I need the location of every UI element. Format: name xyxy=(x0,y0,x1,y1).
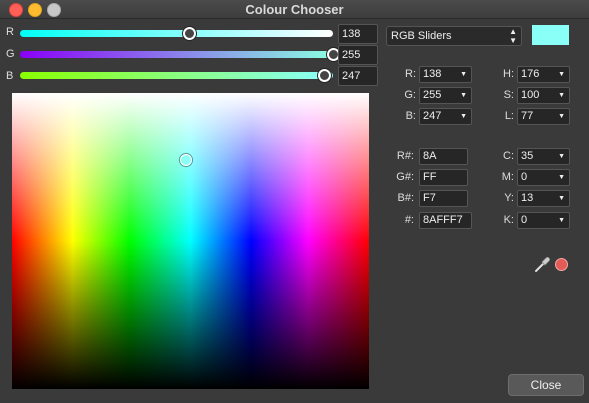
mode-select[interactable]: RGB Sliders ▲ ▼ xyxy=(386,26,522,46)
hex-g-field[interactable]: FF xyxy=(419,169,468,186)
hex-b-field[interactable]: F7 xyxy=(419,190,468,207)
slider-b-value-field[interactable]: 247 xyxy=(338,66,378,86)
picker-cursor[interactable] xyxy=(180,154,192,166)
rgb-r-label: R: xyxy=(405,68,416,80)
hex-r-label: R#: xyxy=(396,150,414,162)
dropdown-arrow-icon: ▼ xyxy=(558,217,565,224)
dropdown-arrow-icon: ▼ xyxy=(558,113,565,120)
slider-g-value-field[interactable]: 255 xyxy=(338,45,378,65)
hex-full-field[interactable]: 8AFFF7 xyxy=(419,212,472,229)
rgb-r-field[interactable]: 138 ▼ xyxy=(419,66,472,83)
slider-g-track[interactable] xyxy=(20,48,340,61)
hex-r-field[interactable]: 8A xyxy=(419,148,468,165)
dropdown-arrow-icon: ▼ xyxy=(558,174,565,181)
cmyk-c-field[interactable]: 35 ▼ xyxy=(517,148,570,165)
current-colour-swatch xyxy=(532,25,569,45)
rgb-r-value: 138 xyxy=(423,68,442,80)
dropdown-arrow-icon: ▼ xyxy=(558,92,565,99)
hsl-s-label: S: xyxy=(503,89,514,101)
hsl-l-field[interactable]: 77 ▼ xyxy=(517,108,570,125)
rgb-b-field[interactable]: 247 ▼ xyxy=(419,108,472,125)
colour-picker-area[interactable] xyxy=(12,93,369,389)
slider-r-value-field[interactable]: 138 xyxy=(338,24,378,44)
hsl-s-field[interactable]: 100 ▼ xyxy=(517,87,570,104)
cmyk-y-value: 13 xyxy=(521,192,534,204)
red-circle-icon[interactable] xyxy=(555,258,568,271)
dropdown-arrow-icon: ▼ xyxy=(558,195,565,202)
cmyk-y-label: Y: xyxy=(504,192,514,204)
rgb-b-label: B: xyxy=(405,110,416,122)
eyedropper-icon[interactable] xyxy=(534,255,552,276)
hsl-h-label: H: xyxy=(503,68,514,80)
window-title: Colour Chooser xyxy=(245,2,344,17)
slider-label-b: B xyxy=(6,70,14,82)
close-button[interactable]: Close xyxy=(508,374,584,396)
hsl-l-label: L: xyxy=(504,110,514,122)
rgb-g-value: 255 xyxy=(423,89,442,101)
chevron-updown-icon: ▲ ▼ xyxy=(509,27,517,45)
slider-b-thumb[interactable] xyxy=(317,69,331,82)
cmyk-m-value: 0 xyxy=(521,171,528,183)
dropdown-arrow-icon: ▼ xyxy=(558,71,565,78)
cmyk-m-label: M: xyxy=(501,171,514,183)
hex-b-label: B#: xyxy=(397,192,414,204)
hsl-h-field[interactable]: 176 ▼ xyxy=(517,66,570,83)
cmyk-c-value: 35 xyxy=(521,150,534,162)
hex-full-label: #: xyxy=(404,214,414,226)
cmyk-k-label: K: xyxy=(503,214,514,226)
slider-label-r: R xyxy=(6,26,14,38)
slider-r-track[interactable] xyxy=(20,27,333,40)
hsl-s-value: 100 xyxy=(521,89,540,101)
hsl-h-value: 176 xyxy=(521,68,540,80)
slider-label-g: G xyxy=(6,48,15,60)
cmyk-m-field[interactable]: 0 ▼ xyxy=(517,169,570,186)
cmyk-c-label: C: xyxy=(503,150,514,162)
dropdown-arrow-icon: ▼ xyxy=(460,92,467,99)
rgb-b-value: 247 xyxy=(423,110,442,122)
hex-g-label: G#: xyxy=(396,171,414,183)
dropdown-arrow-icon: ▼ xyxy=(460,113,467,120)
slider-r-thumb[interactable] xyxy=(183,27,197,40)
dropdown-arrow-icon: ▼ xyxy=(558,153,565,160)
mode-select-label: RGB Sliders xyxy=(391,30,452,42)
cmyk-k-field[interactable]: 0 ▼ xyxy=(517,212,570,229)
hsl-l-value: 77 xyxy=(521,110,534,122)
title-bar: Colour Chooser xyxy=(0,0,589,19)
dropdown-arrow-icon: ▼ xyxy=(460,71,467,78)
slider-b-track[interactable] xyxy=(20,69,333,82)
darkness-gradient xyxy=(12,93,369,389)
cmyk-y-field[interactable]: 13 ▼ xyxy=(517,190,570,207)
rgb-g-field[interactable]: 255 ▼ xyxy=(419,87,472,104)
cmyk-k-value: 0 xyxy=(521,214,528,226)
rgb-g-label: G: xyxy=(404,89,416,101)
